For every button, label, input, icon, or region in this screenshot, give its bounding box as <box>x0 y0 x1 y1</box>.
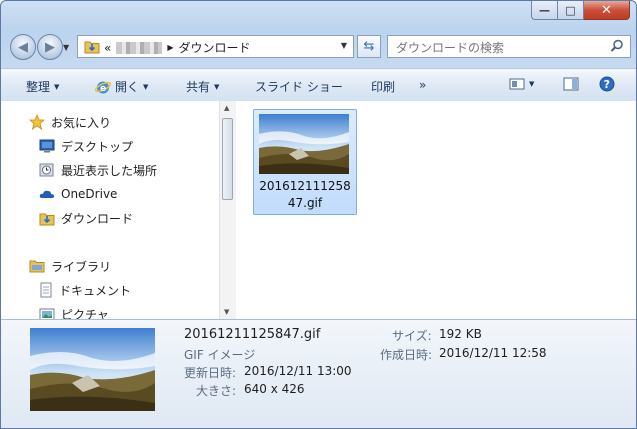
sidebar-item-recent-places[interactable]: 最近表示した場所 <box>39 160 157 180</box>
close-button[interactable]: ✕ <box>584 1 630 20</box>
preview-pane-button[interactable] <box>563 77 579 91</box>
search-icon <box>610 39 623 52</box>
detail-created-label: 作成日時: <box>380 348 433 362</box>
organize-label: 整理 <box>26 80 51 94</box>
refresh-icon: ⇆ <box>363 39 375 54</box>
preview-pane-icon <box>563 77 579 91</box>
slideshow-button[interactable]: スライド ショー <box>255 78 343 95</box>
help-icon: ? <box>599 76 615 92</box>
address-dropdown-icon[interactable]: ▼ <box>341 41 347 50</box>
detail-dimensions-label: 大きさ: <box>196 384 237 398</box>
detail-file-type: GIF イメージ <box>184 348 256 362</box>
more-label: » <box>419 78 427 92</box>
folder-download-icon <box>84 41 100 54</box>
content-area: お気に入り デスクトップ 最近表示した場所 OneDrive ダウンロード ライ… <box>1 101 636 322</box>
breadcrumb-overflow[interactable]: « <box>104 41 111 55</box>
documents-icon <box>40 282 52 298</box>
detail-size-value: 192 KB <box>439 327 482 341</box>
detail-modified-label: 更新日時: <box>184 366 237 380</box>
sidebar-item-label: 最近表示した場所 <box>61 163 158 178</box>
search-input[interactable] <box>394 39 598 56</box>
view-icon <box>509 78 525 90</box>
back-arrow-icon: ◀ <box>18 39 28 55</box>
slideshow-label: スライド ショー <box>255 80 343 94</box>
share-menu[interactable]: 共有 ▼ <box>186 78 219 95</box>
maximize-icon: □ <box>565 3 576 17</box>
navigation-pane: お気に入り デスクトップ 最近表示した場所 OneDrive ダウンロード ライ… <box>1 101 219 322</box>
sidebar-item-libraries[interactable]: ライブラリ <box>29 256 111 276</box>
recent-pages-dropdown[interactable]: ▼ <box>63 43 69 52</box>
sidebar-item-documents[interactable]: ドキュメント <box>39 280 131 300</box>
help-button[interactable]: ? <box>599 76 615 92</box>
internet-explorer-icon: e <box>95 81 111 94</box>
svg-text:e: e <box>100 84 106 94</box>
navigation-bar: ◀ ▶ ▼ « ▶ ダウンロード ▼ ⇆ <box>1 31 636 63</box>
desktop-icon <box>39 139 55 153</box>
breadcrumb-current-folder[interactable]: ダウンロード <box>179 39 251 56</box>
sidebar-item-downloads[interactable]: ダウンロード <box>39 208 133 228</box>
image-thumbnail <box>259 114 349 174</box>
detail-modified-value: 2016/12/11 13:00 <box>244 364 352 378</box>
address-bar[interactable]: « ▶ ダウンロード ▼ <box>77 35 354 58</box>
detail-filename: 20161211125847.gif <box>184 327 321 342</box>
minimize-button[interactable]: — <box>531 1 558 20</box>
maximize-button[interactable]: □ <box>558 1 584 20</box>
dropdown-arrow-icon: ▼ <box>214 82 220 91</box>
details-pane: 20161211125847.gif GIF イメージ 更新日時: 2016/1… <box>1 319 636 428</box>
file-item[interactable]: 20161211125847.gif <box>253 109 357 215</box>
forward-arrow-icon: ▶ <box>45 39 55 55</box>
libraries-icon <box>29 260 45 273</box>
recent-places-icon <box>39 163 54 177</box>
minimize-icon: — <box>539 3 550 17</box>
file-name: 20161211125847.gif <box>259 179 351 210</box>
preview-thumbnail <box>30 328 155 411</box>
sidebar-item-label: OneDrive <box>61 187 118 201</box>
sidebar-item-label: デスクトップ <box>61 139 134 154</box>
caption-buttons: — □ ✕ <box>531 1 630 20</box>
dropdown-arrow-icon: ▼ <box>143 82 149 91</box>
view-options-button[interactable]: ▼ <box>509 77 534 91</box>
downloads-folder-icon <box>39 213 55 225</box>
more-commands-button[interactable]: » <box>419 78 426 92</box>
scroll-up-icon[interactable]: ▲ <box>224 104 229 112</box>
detail-dimensions-value: 640 x 426 <box>244 382 305 396</box>
scroll-down-icon[interactable]: ▼ <box>224 308 229 316</box>
breadcrumb-hidden-user[interactable] <box>116 41 163 54</box>
scrollbar-thumb[interactable] <box>222 118 233 200</box>
onedrive-cloud-icon <box>39 190 54 198</box>
sidebar-item-label: ダウンロード <box>61 211 134 226</box>
close-icon: ✕ <box>601 2 612 18</box>
open-label: 開く <box>115 80 140 94</box>
sidebar-item-label: ドキュメント <box>59 283 132 298</box>
sidebar-item-label: お気に入り <box>51 115 112 130</box>
breadcrumb: « ▶ ダウンロード <box>104 39 251 56</box>
file-list: 20161211125847.gif <box>236 101 636 319</box>
breadcrumb-chevron-icon[interactable]: ▶ <box>167 43 173 52</box>
svg-text:?: ? <box>604 78 610 91</box>
organize-menu[interactable]: 整理 ▼ <box>26 78 59 95</box>
star-icon <box>29 114 45 130</box>
print-button[interactable]: 印刷 <box>371 78 395 95</box>
detail-created-value: 2016/12/11 12:58 <box>439 346 547 360</box>
sidebar-item-favorites[interactable]: お気に入り <box>29 112 111 132</box>
explorer-window: — □ ✕ ◀ ▶ ▼ « ▶ ダウンロード ▼ ⇆ ダウンロードの検索 整理 … <box>0 0 637 429</box>
dropdown-arrow-icon: ▼ <box>529 80 535 88</box>
share-label: 共有 <box>186 80 211 94</box>
forward-button[interactable]: ▶ <box>37 34 63 60</box>
sidebar-item-desktop[interactable]: デスクトップ <box>39 136 133 156</box>
back-button[interactable]: ◀ <box>10 34 36 60</box>
detail-size-label: サイズ: <box>392 329 432 343</box>
dropdown-arrow-icon: ▼ <box>54 82 60 91</box>
navigation-pane-scrollbar[interactable]: ▲ ▼ <box>219 101 236 319</box>
sidebar-item-onedrive[interactable]: OneDrive <box>39 184 117 204</box>
command-bar: 整理 ▼ e 開く ▼ 共有 ▼ スライド ショー 印刷 » ▼ ? <box>1 68 636 102</box>
sidebar-item-label: ライブラリ <box>51 259 112 274</box>
refresh-button[interactable]: ⇆ <box>357 35 381 58</box>
search-box[interactable] <box>387 35 631 58</box>
open-menu[interactable]: e 開く ▼ <box>95 78 148 95</box>
print-label: 印刷 <box>371 80 396 94</box>
